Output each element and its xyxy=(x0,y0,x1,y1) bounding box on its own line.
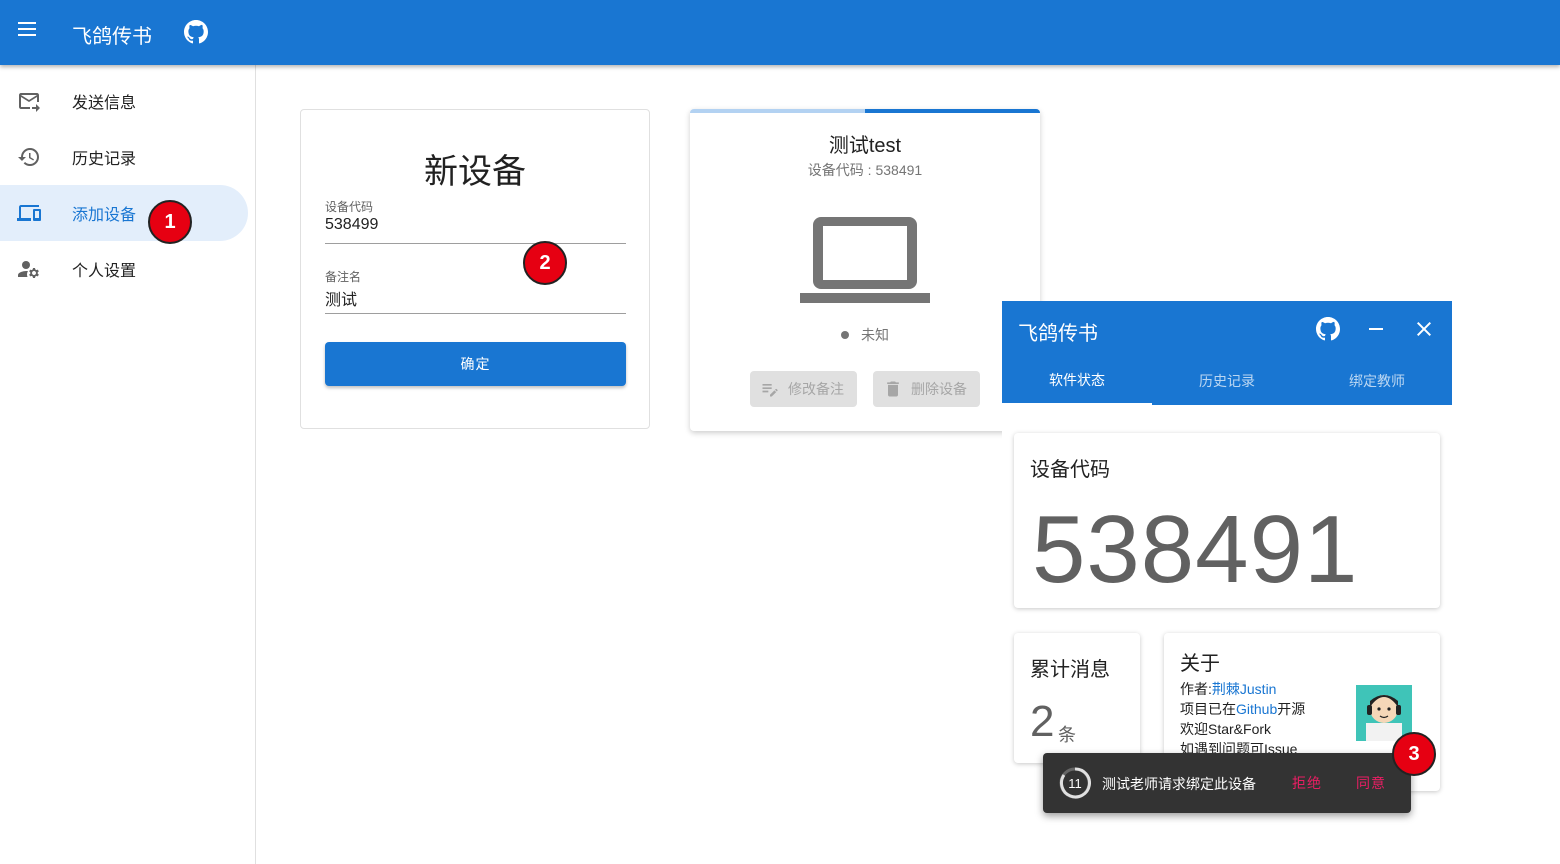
device-status: 未知 xyxy=(690,325,1040,345)
account-settings-icon xyxy=(18,261,39,278)
annotation-marker-1: 1 xyxy=(148,200,192,244)
github-line-prefix: 项目已在 xyxy=(1180,701,1236,717)
sidebar: 发送信息 历史记录 添加设备 个人设置 xyxy=(0,65,256,864)
message-count-unit: 条 xyxy=(1058,725,1076,745)
remark-name-label: 备注名 xyxy=(325,270,362,284)
about-github-line: 项目已在Github开源 xyxy=(1180,699,1305,719)
author-link[interactable]: 荆棘Justin xyxy=(1212,681,1277,697)
about-author-line: 作者:荆棘Justin xyxy=(1180,679,1305,699)
accept-button[interactable]: 同意 xyxy=(1356,773,1386,793)
history-icon xyxy=(18,148,39,166)
message-count-card: 累计消息 2 条 xyxy=(1014,633,1140,763)
annotation-marker-2: 2 xyxy=(523,241,567,285)
author-prefix: 作者: xyxy=(1180,681,1212,697)
device-name: 测试test xyxy=(828,135,902,157)
tab-history[interactable]: 历史记录 xyxy=(1152,357,1302,405)
send-mail-icon xyxy=(19,93,40,112)
delete-device-label: 删除设备 xyxy=(911,381,967,397)
sidebar-item-send-message[interactable]: 发送信息 xyxy=(0,73,248,129)
github-icon[interactable] xyxy=(184,20,208,44)
avatar xyxy=(1356,685,1412,741)
device-code-line: 设备代码 : 538491 xyxy=(807,162,923,178)
remark-name-input[interactable]: 测试 xyxy=(325,286,357,310)
devices-icon xyxy=(17,205,41,221)
sidebar-item-history[interactable]: 历史记录 xyxy=(0,129,248,185)
about-title: 关于 xyxy=(1180,653,1220,675)
app-title: 飞鸽传书 xyxy=(72,26,152,48)
status-dot-icon xyxy=(841,331,849,339)
new-device-card: 新设备 设备代码 538499 备注名 测试 确定 xyxy=(300,109,650,429)
reject-button[interactable]: 拒绝 xyxy=(1292,773,1322,793)
laptop-icon xyxy=(800,217,930,303)
github-icon[interactable] xyxy=(1316,317,1340,341)
device-code-title: 设备代码 xyxy=(1030,459,1110,481)
remark-name-field[interactable]: 备注名 测试 xyxy=(325,268,626,314)
trash-icon xyxy=(887,381,899,397)
mini-app-bar: 飞鸽传书 软件状态 历史记录 绑定教师 xyxy=(1002,301,1452,405)
message-count-title: 累计消息 xyxy=(1030,659,1110,681)
sidebar-item-label: 发送信息 xyxy=(72,95,137,112)
device-code-input[interactable]: 538499 xyxy=(325,216,378,234)
snackbar-message: 测试老师请求绑定此设备 xyxy=(1102,776,1256,792)
message-count-value: 2 xyxy=(1030,697,1055,746)
sidebar-item-label: 添加设备 xyxy=(72,207,137,224)
countdown-value: 11 xyxy=(1068,775,1082,791)
loading-progress-bar xyxy=(690,109,1040,113)
device-code-card: 设备代码 538491 xyxy=(1014,433,1440,608)
mini-app-title: 飞鸽传书 xyxy=(1018,323,1098,345)
close-icon[interactable] xyxy=(1412,317,1436,341)
edit-remark-button[interactable]: 修改备注 xyxy=(750,371,857,407)
sidebar-item-add-device[interactable]: 添加设备 xyxy=(0,185,248,241)
about-star-line: 欢迎Star&Fork xyxy=(1180,721,1272,737)
github-link[interactable]: Github xyxy=(1236,701,1277,717)
bind-request-snackbar: 11 测试老师请求绑定此设备 拒绝 同意 xyxy=(1043,753,1411,813)
device-status-text: 未知 xyxy=(861,327,889,343)
sidebar-item-label: 个人设置 xyxy=(72,263,137,280)
device-code-field[interactable]: 设备代码 538499 xyxy=(325,198,626,244)
device-code-label: 设备代码 xyxy=(325,200,374,214)
tab-software-status[interactable]: 软件状态 xyxy=(1002,357,1152,405)
menu-icon[interactable] xyxy=(18,22,38,42)
github-line-suffix: 开源 xyxy=(1277,701,1306,717)
edit-note-icon xyxy=(762,384,778,397)
device-card: 测试test 设备代码 : 538491 未知 修改备注 删除设备 xyxy=(690,109,1040,431)
about-text: 作者:荆棘Justin 项目已在Github开源 欢迎Star&Fork 如遇到… xyxy=(1180,679,1305,759)
tab-bind-teacher[interactable]: 绑定教师 xyxy=(1302,357,1452,405)
device-code-value: 538491 xyxy=(1032,496,1359,603)
sidebar-item-personal-settings[interactable]: 个人设置 xyxy=(0,241,248,297)
edit-remark-label: 修改备注 xyxy=(788,381,844,397)
confirm-button[interactable]: 确定 xyxy=(325,342,626,386)
app-bar: 飞鸽传书 xyxy=(0,0,1560,65)
delete-device-button[interactable]: 删除设备 xyxy=(873,371,980,407)
progress-fill xyxy=(865,109,1040,113)
annotation-marker-3: 3 xyxy=(1392,732,1436,776)
new-device-heading: 新设备 xyxy=(424,153,526,191)
sidebar-item-label: 历史记录 xyxy=(72,151,137,168)
minimize-icon[interactable] xyxy=(1364,317,1388,341)
